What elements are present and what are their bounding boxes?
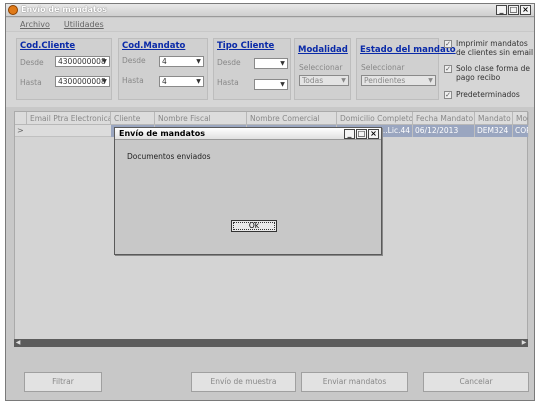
dialog-body: Documentos enviados Ok — [119, 142, 377, 250]
cod-cliente-label[interactable]: Cod.Cliente — [20, 41, 75, 51]
tipo-cliente-desde-field[interactable]: ▼ — [254, 58, 288, 69]
filter-cod-cliente: Cod.Cliente Desde 4300000008 ▼ Hasta 430… — [16, 38, 112, 100]
col-cliente[interactable]: Cliente — [111, 112, 155, 125]
option-imprimir-sin-email[interactable]: ✓ Imprimir mandatos de clientes sin emai… — [444, 39, 534, 57]
scroll-right-icon[interactable]: ▶ — [520, 339, 528, 347]
envio-muestra-button[interactable]: Envío de muestra — [191, 372, 296, 392]
cod-mandato-hasta-field[interactable]: 4 ▼ — [159, 76, 204, 87]
chevron-down-icon[interactable]: ▼ — [195, 78, 202, 86]
checkbox-imprimir-sin-email[interactable]: ✓ — [444, 40, 452, 48]
horizontal-scrollbar[interactable]: ◀ ▶ — [14, 339, 528, 347]
chevron-down-icon[interactable]: ▼ — [195, 58, 202, 66]
checkbox-predeterminados[interactable]: ✓ — [444, 91, 452, 99]
estado-value: Pendientes — [364, 76, 406, 85]
cell-fecha: 06/12/2013 — [413, 125, 475, 137]
tipo-cliente-hasta-label: Hasta — [217, 78, 239, 87]
dialog-title: Envío de mandatos — [119, 129, 205, 138]
cod-cliente-hasta-value: 4300000008 — [58, 77, 106, 86]
estado-sub: Seleccionar — [361, 63, 405, 72]
title-bar[interactable]: Envío de mandatos _ □ × — [6, 4, 534, 17]
col-mod[interactable]: Mod — [513, 112, 529, 125]
enviar-mandatos-button[interactable]: Enviar mandatos — [301, 372, 408, 392]
cod-mandato-desde-field[interactable]: 4 ▼ — [159, 56, 204, 67]
cancelar-button[interactable]: Cancelar — [423, 372, 529, 392]
chevron-down-icon[interactable]: ▼ — [101, 58, 108, 66]
col-domicilio[interactable]: Domicilio Completo — [337, 112, 413, 125]
modalidad-value: Todas — [302, 76, 324, 85]
cod-cliente-hasta-label: Hasta — [20, 78, 42, 87]
filter-cod-mandato: Cod.Mandato Desde 4 ▼ Hasta 4 ▼ — [118, 38, 208, 100]
col-fecha-mandato[interactable]: Fecha Mandato — [413, 112, 475, 125]
menu-archivo[interactable]: Archivo — [20, 18, 50, 31]
minimize-icon[interactable]: _ — [496, 5, 507, 15]
app-icon — [8, 5, 18, 15]
filter-modalidad: Modalidad Seleccionar Todas ▼ — [294, 38, 351, 100]
cod-cliente-hasta-field[interactable]: 4300000008 ▼ — [55, 76, 110, 87]
checkbox-solo-recibo[interactable]: ✓ — [444, 65, 452, 73]
cell-mandato: DEM324 — [475, 125, 513, 137]
maximize-icon[interactable]: □ — [508, 5, 519, 15]
menu-bar: Archivo Utilidades — [6, 18, 534, 31]
col-email[interactable]: Email Ptra Electronica — [27, 112, 111, 125]
cod-mandato-desde-value: 4 — [162, 57, 167, 66]
tipo-cliente-label[interactable]: Tipo Cliente — [217, 41, 274, 51]
col-nombre-comercial[interactable]: Nombre Comercial — [247, 112, 337, 125]
cod-mandato-desde-label: Desde — [122, 56, 146, 65]
estado-label[interactable]: Estado del mandato — [360, 45, 456, 55]
estado-select[interactable]: Pendientes ▼ — [361, 75, 436, 86]
modalidad-select[interactable]: Todas ▼ — [299, 75, 349, 86]
modalidad-sub: Seleccionar — [299, 63, 343, 72]
col-nombre-fiscal[interactable]: Nombre Fiscal — [155, 112, 247, 125]
dialog-minimize-icon[interactable]: _ — [344, 129, 355, 139]
grid-header: Email Ptra Electronica Cliente Nombre Fi… — [15, 112, 529, 125]
chevron-down-icon[interactable]: ▼ — [340, 77, 347, 85]
cod-mandato-hasta-label: Hasta — [122, 76, 144, 85]
option-predeterminados[interactable]: ✓ Predeterminados — [444, 90, 534, 99]
dialog-maximize-icon[interactable]: □ — [356, 129, 367, 139]
modalidad-label[interactable]: Modalidad — [298, 45, 348, 55]
filter-estado: Estado del mandato Seleccionar Pendiente… — [356, 38, 456, 100]
dialog-title-bar[interactable]: Envío de mandatos _ □ × — [115, 128, 381, 140]
scroll-left-icon[interactable]: ◀ — [14, 339, 22, 347]
cod-mandato-hasta-value: 4 — [162, 77, 167, 86]
cod-cliente-desde-field[interactable]: 4300000008 ▼ — [55, 56, 110, 67]
window-title: Envío de mandatos — [21, 5, 107, 14]
cod-cliente-desde-label: Desde — [20, 58, 44, 67]
filters-panel: Cod.Cliente Desde 4300000008 ▼ Hasta 430… — [6, 32, 534, 107]
cell-mod: COR — [513, 125, 529, 137]
option-solo-recibo-label: Solo clase forma de pago recibo — [456, 64, 530, 82]
chevron-down-icon[interactable]: ▼ — [279, 60, 286, 68]
col-mandato[interactable]: Mandato — [475, 112, 513, 125]
option-solo-recibo[interactable]: ✓ Solo clase forma de pago recibo — [444, 64, 534, 82]
dialog-message: Documentos enviados — [127, 152, 211, 161]
dialog-close-icon[interactable]: × — [368, 129, 379, 139]
chevron-down-icon[interactable]: ▼ — [427, 77, 434, 85]
option-imprimir-sin-email-label: Imprimir mandatos de clientes sin email — [456, 39, 534, 57]
chevron-down-icon[interactable]: ▼ — [279, 81, 286, 89]
cod-mandato-label[interactable]: Cod.Mandato — [122, 41, 185, 51]
row-marker: > — [17, 126, 24, 135]
chevron-down-icon[interactable]: ▼ — [101, 78, 108, 86]
tipo-cliente-desde-label: Desde — [217, 58, 241, 67]
cod-cliente-desde-value: 4300000008 — [58, 57, 106, 66]
close-icon[interactable]: × — [520, 5, 531, 15]
tipo-cliente-hasta-field[interactable]: ▼ — [254, 79, 288, 90]
menu-utilidades[interactable]: Utilidades — [64, 18, 104, 31]
confirmation-dialog: Envío de mandatos _ □ × Documentos envia… — [114, 127, 382, 255]
ok-button[interactable]: Ok — [231, 220, 277, 232]
filter-tipo-cliente: Tipo Cliente Desde ▼ Hasta ▼ — [213, 38, 291, 100]
filtrar-button[interactable]: Filtrar — [24, 372, 102, 392]
button-bar: Filtrar Envío de muestra Enviar mandatos… — [6, 364, 534, 394]
option-predeterminados-label: Predeterminados — [456, 90, 520, 99]
grid-header-marker — [15, 112, 27, 125]
